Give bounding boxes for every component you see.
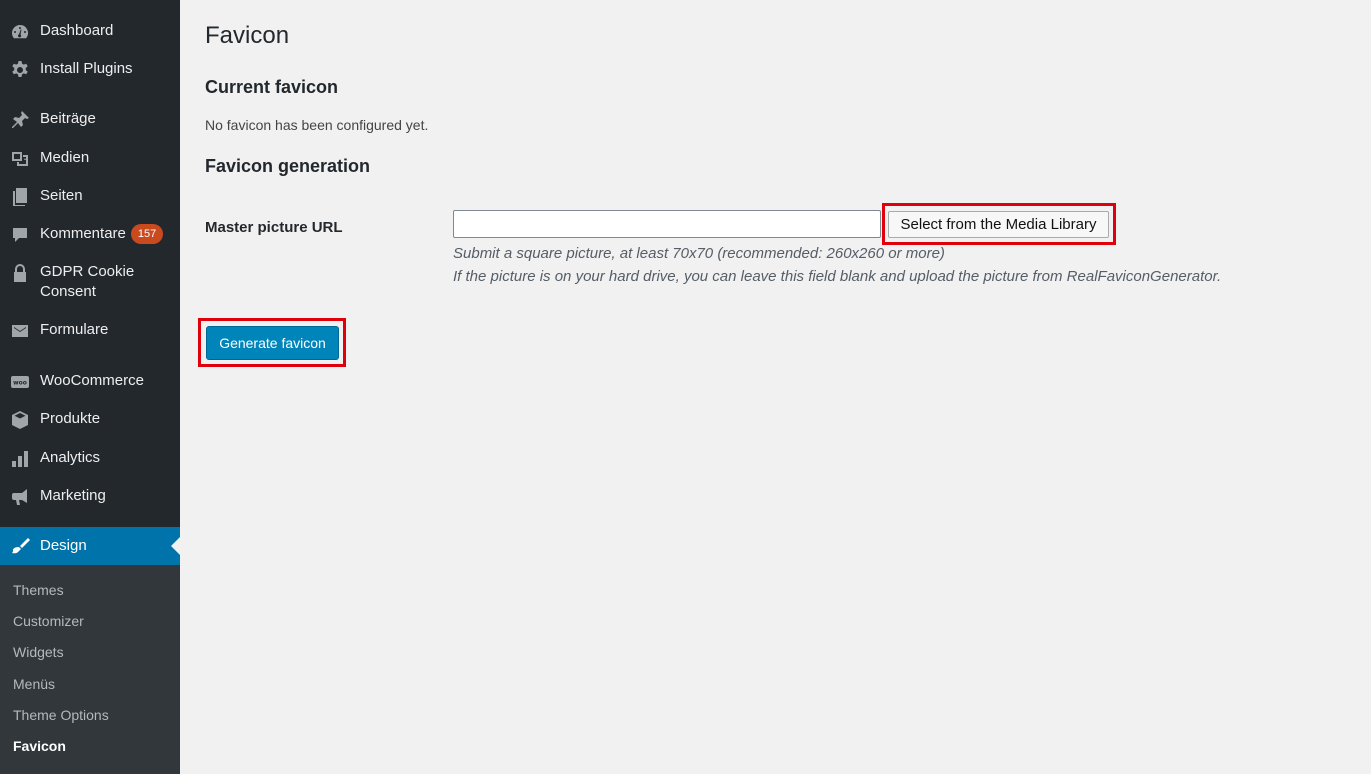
- sidebar-item-label: Beiträge: [40, 110, 96, 127]
- sidebar-item-label: Design: [40, 537, 87, 554]
- brush-icon: [9, 535, 31, 557]
- sidebar-item-label: Produkte: [40, 410, 101, 427]
- sidebar-item-formulare[interactable]: Formulare: [0, 320, 180, 342]
- design-submenu: Themes Customizer Widgets Menüs Theme Op…: [0, 565, 180, 774]
- gear-icon: [9, 59, 31, 81]
- sidebar-item-woocommerce[interactable]: woo WooCommerce: [0, 371, 180, 393]
- sidebar-item-label: Dashboard: [40, 22, 114, 39]
- sidebar-item-label: Formulare: [40, 321, 109, 338]
- submenu-item-themes[interactable]: Themes: [13, 581, 64, 599]
- favicon-generation-heading: Favicon generation: [205, 156, 371, 176]
- sidebar-item-analytics[interactable]: Analytics: [0, 448, 180, 470]
- submenu-item-theme-options[interactable]: Theme Options: [13, 706, 109, 724]
- submenu-item-menus[interactable]: Menüs: [13, 675, 55, 693]
- sidebar-item-label: GDPR Cookie Consent: [40, 263, 135, 300]
- bar-chart-icon: [9, 448, 31, 470]
- pages-icon: [9, 186, 31, 208]
- sidebar-item-label-wrap: Kommentare 157: [40, 224, 164, 244]
- pin-icon: [9, 109, 31, 131]
- sidebar-item-design[interactable]: Design: [0, 527, 180, 565]
- megaphone-icon: [9, 486, 31, 508]
- select-media-library-button[interactable]: Select from the Media Library: [888, 211, 1109, 238]
- master-picture-url-input[interactable]: [453, 210, 881, 238]
- lock-icon: [9, 262, 31, 284]
- hint-upload: If the picture is on your hard drive, yo…: [453, 268, 1222, 285]
- sidebar-item-install-plugins[interactable]: Install Plugins: [0, 59, 180, 81]
- hint-size: Submit a square picture, at least 70x70 …: [453, 245, 945, 262]
- sidebar-item-label: Marketing: [40, 487, 106, 504]
- comment-icon: [9, 224, 31, 246]
- sidebar-item-beitraege[interactable]: Beiträge: [0, 109, 180, 131]
- woo-icon: woo: [9, 371, 31, 393]
- current-favicon-status: No favicon has been configured yet.: [205, 117, 429, 133]
- sidebar-item-dashboard[interactable]: Dashboard: [0, 21, 180, 43]
- admin-sidebar: Dashboard Install Plugins Beiträge Medie…: [0, 0, 180, 774]
- sidebar-item-label: Kommentare: [40, 225, 126, 242]
- box-icon: [9, 409, 31, 431]
- master-picture-url-label: Master picture URL: [205, 219, 343, 236]
- sidebar-item-seiten[interactable]: Seiten: [0, 186, 180, 208]
- sidebar-item-marketing[interactable]: Marketing: [0, 486, 180, 508]
- sidebar-item-produkte[interactable]: Produkte: [0, 409, 180, 431]
- submenu-item-widgets[interactable]: Widgets: [13, 643, 64, 661]
- current-favicon-heading: Current favicon: [205, 77, 339, 97]
- sidebar-item-label: Analytics: [40, 449, 101, 466]
- sidebar-item-kommentare[interactable]: Kommentare 157: [0, 224, 180, 246]
- sidebar-item-label: Install Plugins: [40, 60, 133, 77]
- svg-text:woo: woo: [13, 380, 27, 387]
- generate-favicon-button[interactable]: Generate favicon: [206, 326, 339, 360]
- submenu-item-customizer[interactable]: Customizer: [13, 612, 84, 630]
- sidebar-item-medien[interactable]: Medien: [0, 148, 180, 170]
- submenu-item-favicon[interactable]: Favicon: [13, 737, 66, 755]
- sidebar-item-gdpr-cookie-consent[interactable]: GDPR Cookie Consent: [0, 262, 180, 304]
- main-content: Favicon Current favicon No favicon has b…: [180, 0, 1371, 774]
- sidebar-item-label: Seiten: [40, 187, 83, 204]
- sidebar-item-label: WooCommerce: [40, 372, 144, 389]
- active-menu-arrow: [171, 537, 180, 555]
- page-title: Favicon: [205, 22, 290, 49]
- sidebar-item-label: Medien: [40, 149, 90, 166]
- comment-count-badge: 157: [130, 224, 164, 244]
- media-icon: [9, 148, 31, 170]
- mail-icon: [9, 320, 31, 342]
- dashboard-icon: [9, 21, 31, 43]
